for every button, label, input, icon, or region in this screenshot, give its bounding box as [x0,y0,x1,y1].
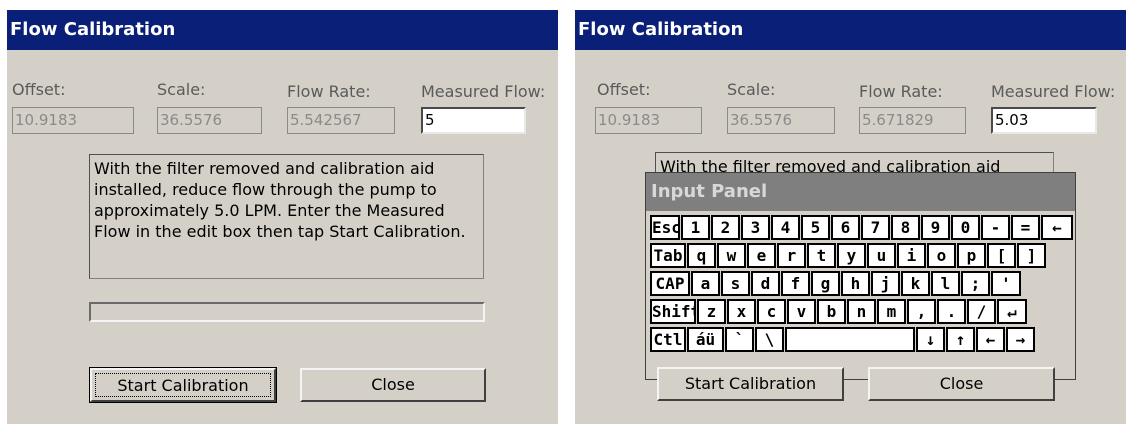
key-5[interactable]: 5 [801,215,830,240]
key-z[interactable]: z [697,299,726,324]
flow-rate-label: Flow Rate: [287,82,371,101]
key-n[interactable]: n [847,299,876,324]
key-b[interactable]: b [817,299,846,324]
scale-field: 36.5576 [727,107,835,134]
slash-key[interactable]: / [967,299,996,324]
soft-keyboard: Esc 1 2 3 4 5 6 7 8 9 0- = ← Tab q w e r t y u i o p[] CAP a s d f g h… [650,215,1073,355]
key-y[interactable]: y [837,243,866,268]
flow-rate-label: Flow Rate: [859,82,943,101]
calibration-window-left: Flow Calibration Offset: Scale: Flow Rat… [7,10,558,424]
key-w[interactable]: w [717,243,746,268]
close-button[interactable]: Close [300,368,486,402]
key-d[interactable]: d [751,271,780,296]
key-1[interactable]: 1 [681,215,710,240]
title-bar: Flow Calibration [575,10,1126,50]
key-x[interactable]: x [727,299,756,324]
input-panel-title-bar: Input Panel [646,173,1075,211]
key-m[interactable]: m [877,299,906,324]
offset-label: Offset: [597,80,651,99]
measured-flow-input[interactable]: 5.03 [991,107,1097,134]
scale-label: Scale: [727,80,776,99]
key-s[interactable]: s [721,271,750,296]
input-panel-title: Input Panel [651,181,768,202]
key-4[interactable]: 4 [771,215,800,240]
key-u[interactable]: u [867,243,896,268]
quote-key[interactable]: ' [991,271,1021,296]
key-j[interactable]: j [871,271,900,296]
shift-key[interactable]: Shift [650,299,696,324]
calibration-progress-bar [89,302,485,322]
tab-key[interactable]: Tab [650,243,686,268]
space-key[interactable] [785,327,915,352]
esc-key[interactable]: Esc [650,215,680,240]
key-g[interactable]: g [811,271,840,296]
close-button[interactable]: Close [868,367,1055,401]
key-i[interactable]: i [897,243,926,268]
key-e[interactable]: e [747,243,776,268]
start-calibration-label: Start Calibration [95,373,271,397]
key-q[interactable]: q [687,243,716,268]
measured-flow-label: Measured Flow: [421,82,546,101]
offset-label: Offset: [12,80,66,99]
key-c[interactable]: c [757,299,786,324]
key-8[interactable]: 8 [891,215,920,240]
arrow-up-key[interactable]: ↑ [946,327,975,352]
keyboard-row: Tab q w e r t y u i o p[] [650,243,1072,270]
arrow-left-key[interactable]: ← [976,327,1005,352]
key-o[interactable]: o [927,243,956,268]
comma-key[interactable]: , [907,299,936,324]
keyboard-row: CAP a s d f g h j k l; ' [650,271,1072,298]
arrow-right-key[interactable]: → [1006,327,1035,352]
measured-flow-input[interactable]: 5 [421,107,526,134]
start-calibration-button[interactable]: Start Calibration [89,367,277,403]
key-t[interactable]: t [807,243,836,268]
keyboard-row: Esc 1 2 3 4 5 6 7 8 9 0- = ← [650,215,1073,242]
offset-field: 10.9183 [595,107,702,134]
backslash-key[interactable]: \ [755,327,784,352]
key-a[interactable]: a [691,271,720,296]
key-l[interactable]: l [931,271,960,296]
caps-lock-key[interactable]: CAP [650,271,690,296]
backtick-key[interactable]: ` [725,327,754,352]
keyboard-row: Shift z x c v b n m,. / ↵ [650,299,1072,326]
arrow-down-key[interactable]: ↓ [916,327,945,352]
offset-field: 10.9183 [12,107,134,134]
window-title: Flow Calibration [578,19,744,40]
minus-key[interactable]: - [981,215,1010,240]
key-7[interactable]: 7 [861,215,890,240]
input-panel: Input Panel Esc 1 2 3 4 5 6 7 8 9 0- = ← Tab q w e r t y u i o… [645,172,1076,380]
key-f[interactable]: f [781,271,810,296]
key-v[interactable]: v [787,299,816,324]
key-k[interactable]: k [901,271,930,296]
window-title: Flow Calibration [10,19,176,40]
backspace-key[interactable]: ← [1041,215,1073,240]
ctrl-key[interactable]: Ctl [650,327,686,352]
left-bracket-key[interactable]: [ [987,243,1016,268]
key-9[interactable]: 9 [921,215,950,240]
right-bracket-key[interactable]: ] [1017,243,1046,268]
equals-key[interactable]: = [1011,215,1040,240]
title-bar: Flow Calibration [7,10,558,50]
period-key[interactable]: . [937,299,966,324]
measured-flow-label: Measured Flow: [991,82,1116,101]
scale-field: 36.5576 [157,107,262,134]
instructions-text: With the filter removed and calibration … [89,154,484,279]
scale-label: Scale: [157,80,206,99]
calibration-window-right: Flow Calibration Offset: Scale: Flow Rat… [575,10,1126,424]
enter-key[interactable]: ↵ [997,299,1027,324]
start-calibration-button[interactable]: Start Calibration [657,367,844,401]
key-2[interactable]: 2 [711,215,740,240]
key-6[interactable]: 6 [831,215,860,240]
keyboard-row: Ctl áü ` \ ↓ ↑ ← → [650,327,1072,354]
semicolon-key[interactable]: ; [961,271,990,296]
flow-rate-field: 5.671829 [859,107,966,134]
key-r[interactable]: r [777,243,806,268]
key-h[interactable]: h [841,271,870,296]
key-p[interactable]: p [957,243,986,268]
flow-rate-field: 5.542567 [287,107,395,134]
international-key[interactable]: áü [687,327,724,352]
key-0[interactable]: 0 [951,215,980,240]
key-3[interactable]: 3 [741,215,770,240]
